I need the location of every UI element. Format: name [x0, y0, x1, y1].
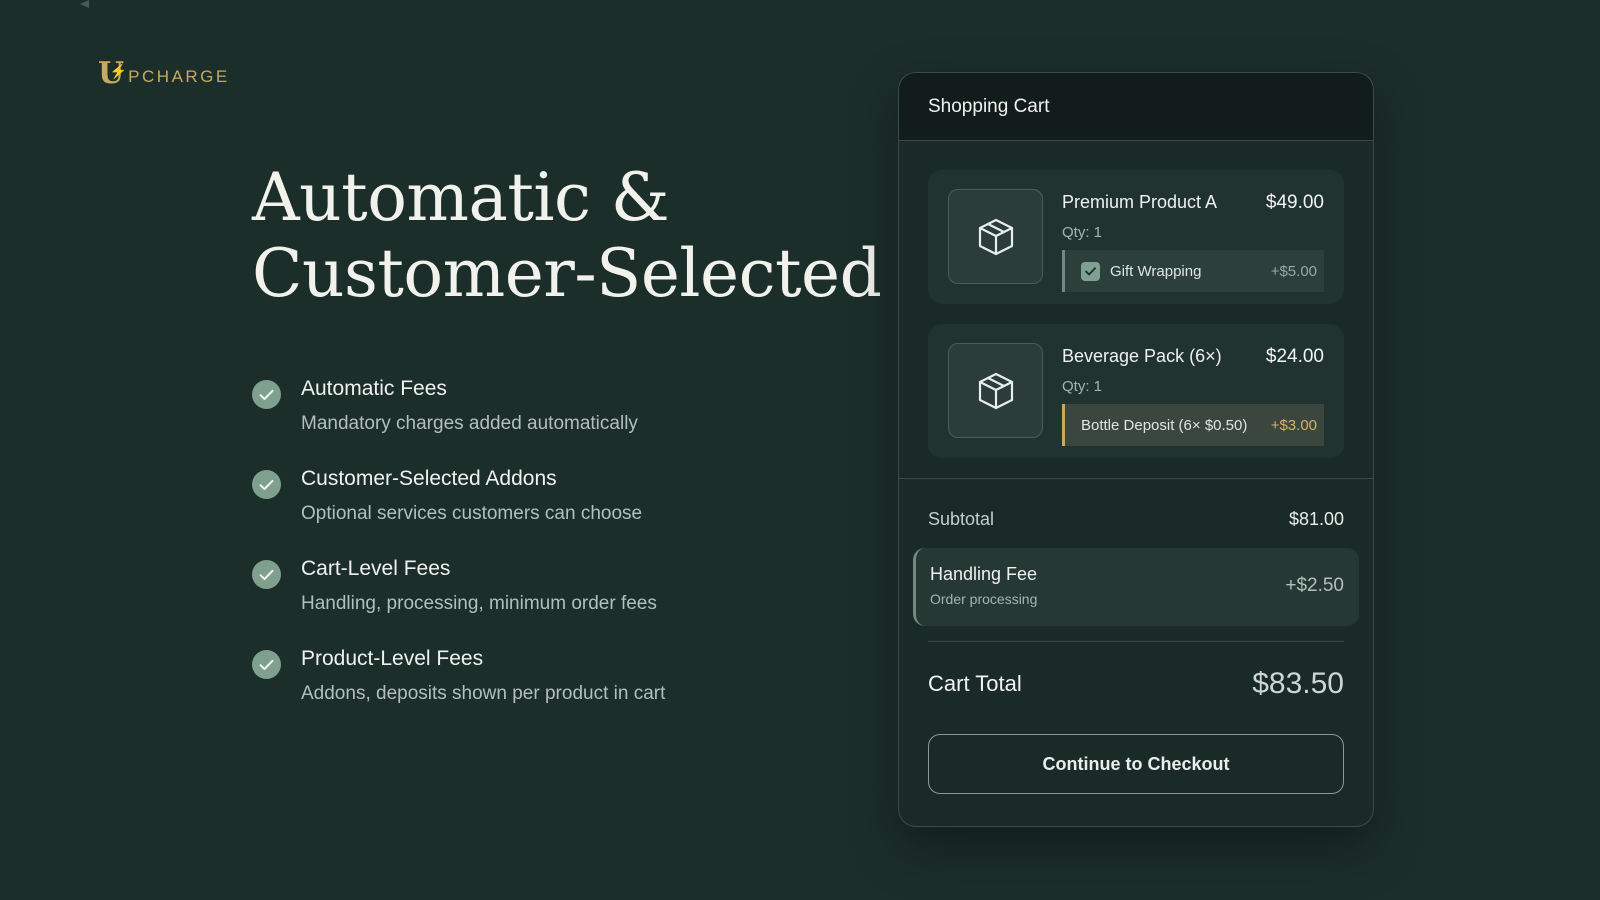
cart-header: Shopping Cart [899, 73, 1373, 141]
cart-total-row: Cart Total $83.50 [899, 664, 1373, 704]
cart-title: Shopping Cart [928, 95, 1050, 117]
feature-item-automatic-fees: Automatic Fees Mandatory charges added a… [252, 375, 772, 465]
cart-total-label: Cart Total [928, 671, 1022, 696]
handling-fee-row: Handling Fee Order processing +$2.50 [913, 548, 1359, 626]
feature-item-customer-selected-addons: Customer-Selected Addons Optional servic… [252, 465, 772, 555]
page-title-line-1: Automatic & [252, 159, 670, 236]
addon-price: +$5.00 [1270, 262, 1317, 280]
cart-item-premium-product-a: Premium Product A $49.00 Qty: 1 Gift Wra… [928, 170, 1344, 304]
addon-label: Gift Wrapping [1110, 262, 1202, 280]
item-price: $49.00 [1265, 192, 1324, 213]
subtotal-row: Subtotal $81.00 [899, 509, 1373, 530]
addon-price: +$3.00 [1270, 416, 1317, 434]
feature-item-product-level-fees: Product-Level Fees Addons, deposits show… [252, 645, 772, 735]
feature-title: Customer-Selected Addons [301, 467, 557, 490]
bolt-icon: ⚡ [109, 64, 128, 80]
page-title: Automatic & Customer-Selected [252, 159, 882, 312]
cart-items: Premium Product A $49.00 Qty: 1 Gift Wra… [899, 141, 1373, 458]
subtotal-value: $81.00 [1288, 509, 1344, 529]
logo-mark: U ⚡ [98, 59, 128, 89]
addon-label: Bottle Deposit (6× $0.50) [1081, 416, 1248, 434]
feature-description: Addons, deposits shown per product in ca… [301, 683, 666, 704]
check-icon [252, 650, 281, 679]
continue-to-checkout-button[interactable]: Continue to Checkout [928, 734, 1344, 794]
divider [899, 478, 1373, 479]
feature-item-cart-level-fees: Cart-Level Fees Handling, processing, mi… [252, 555, 772, 645]
item-name: Premium Product A [1062, 192, 1218, 212]
logo-text: PCHARGE [128, 67, 230, 86]
item-quantity: Qty: 1 [1062, 224, 1103, 241]
feature-title: Cart-Level Fees [301, 557, 451, 580]
shopping-cart-panel: Shopping Cart Premium Product A $49.00 Q… [898, 72, 1374, 827]
addon-gift-wrapping[interactable]: Gift Wrapping +$5.00 [1062, 250, 1324, 292]
subtotal-label: Subtotal [928, 509, 995, 529]
page-title-line-2: Customer-Selected [252, 235, 882, 312]
item-quantity: Qty: 1 [1062, 378, 1103, 395]
brand-logo: U ⚡ PCHARGE [98, 59, 230, 89]
cart-total-value: $83.50 [1252, 667, 1344, 700]
feature-description: Optional services customers can choose [301, 503, 643, 524]
item-price: $24.00 [1265, 346, 1324, 367]
addon-bottle-deposit: Bottle Deposit (6× $0.50) +$3.00 [1062, 404, 1324, 446]
corner-arrow-icon [80, 0, 89, 8]
check-icon [252, 380, 281, 409]
feature-list: Automatic Fees Mandatory charges added a… [252, 375, 772, 735]
package-icon [948, 189, 1043, 284]
package-icon [948, 343, 1043, 438]
item-name: Beverage Pack (6×) [1062, 346, 1222, 366]
divider [928, 641, 1344, 642]
fee-title: Handling Fee [930, 564, 1038, 584]
check-icon [252, 560, 281, 589]
feature-description: Mandatory charges added automatically [301, 413, 638, 434]
addon-checkbox[interactable] [1081, 261, 1100, 281]
feature-title: Automatic Fees [301, 377, 447, 400]
feature-description: Handling, processing, minimum order fees [301, 593, 657, 614]
feature-title: Product-Level Fees [301, 647, 484, 670]
check-icon [252, 470, 281, 499]
cart-item-beverage-pack: Beverage Pack (6×) $24.00 Qty: 1 Bottle … [928, 324, 1344, 458]
fee-price: +$2.50 [1285, 575, 1344, 596]
fee-subtitle: Order processing [930, 591, 1038, 607]
